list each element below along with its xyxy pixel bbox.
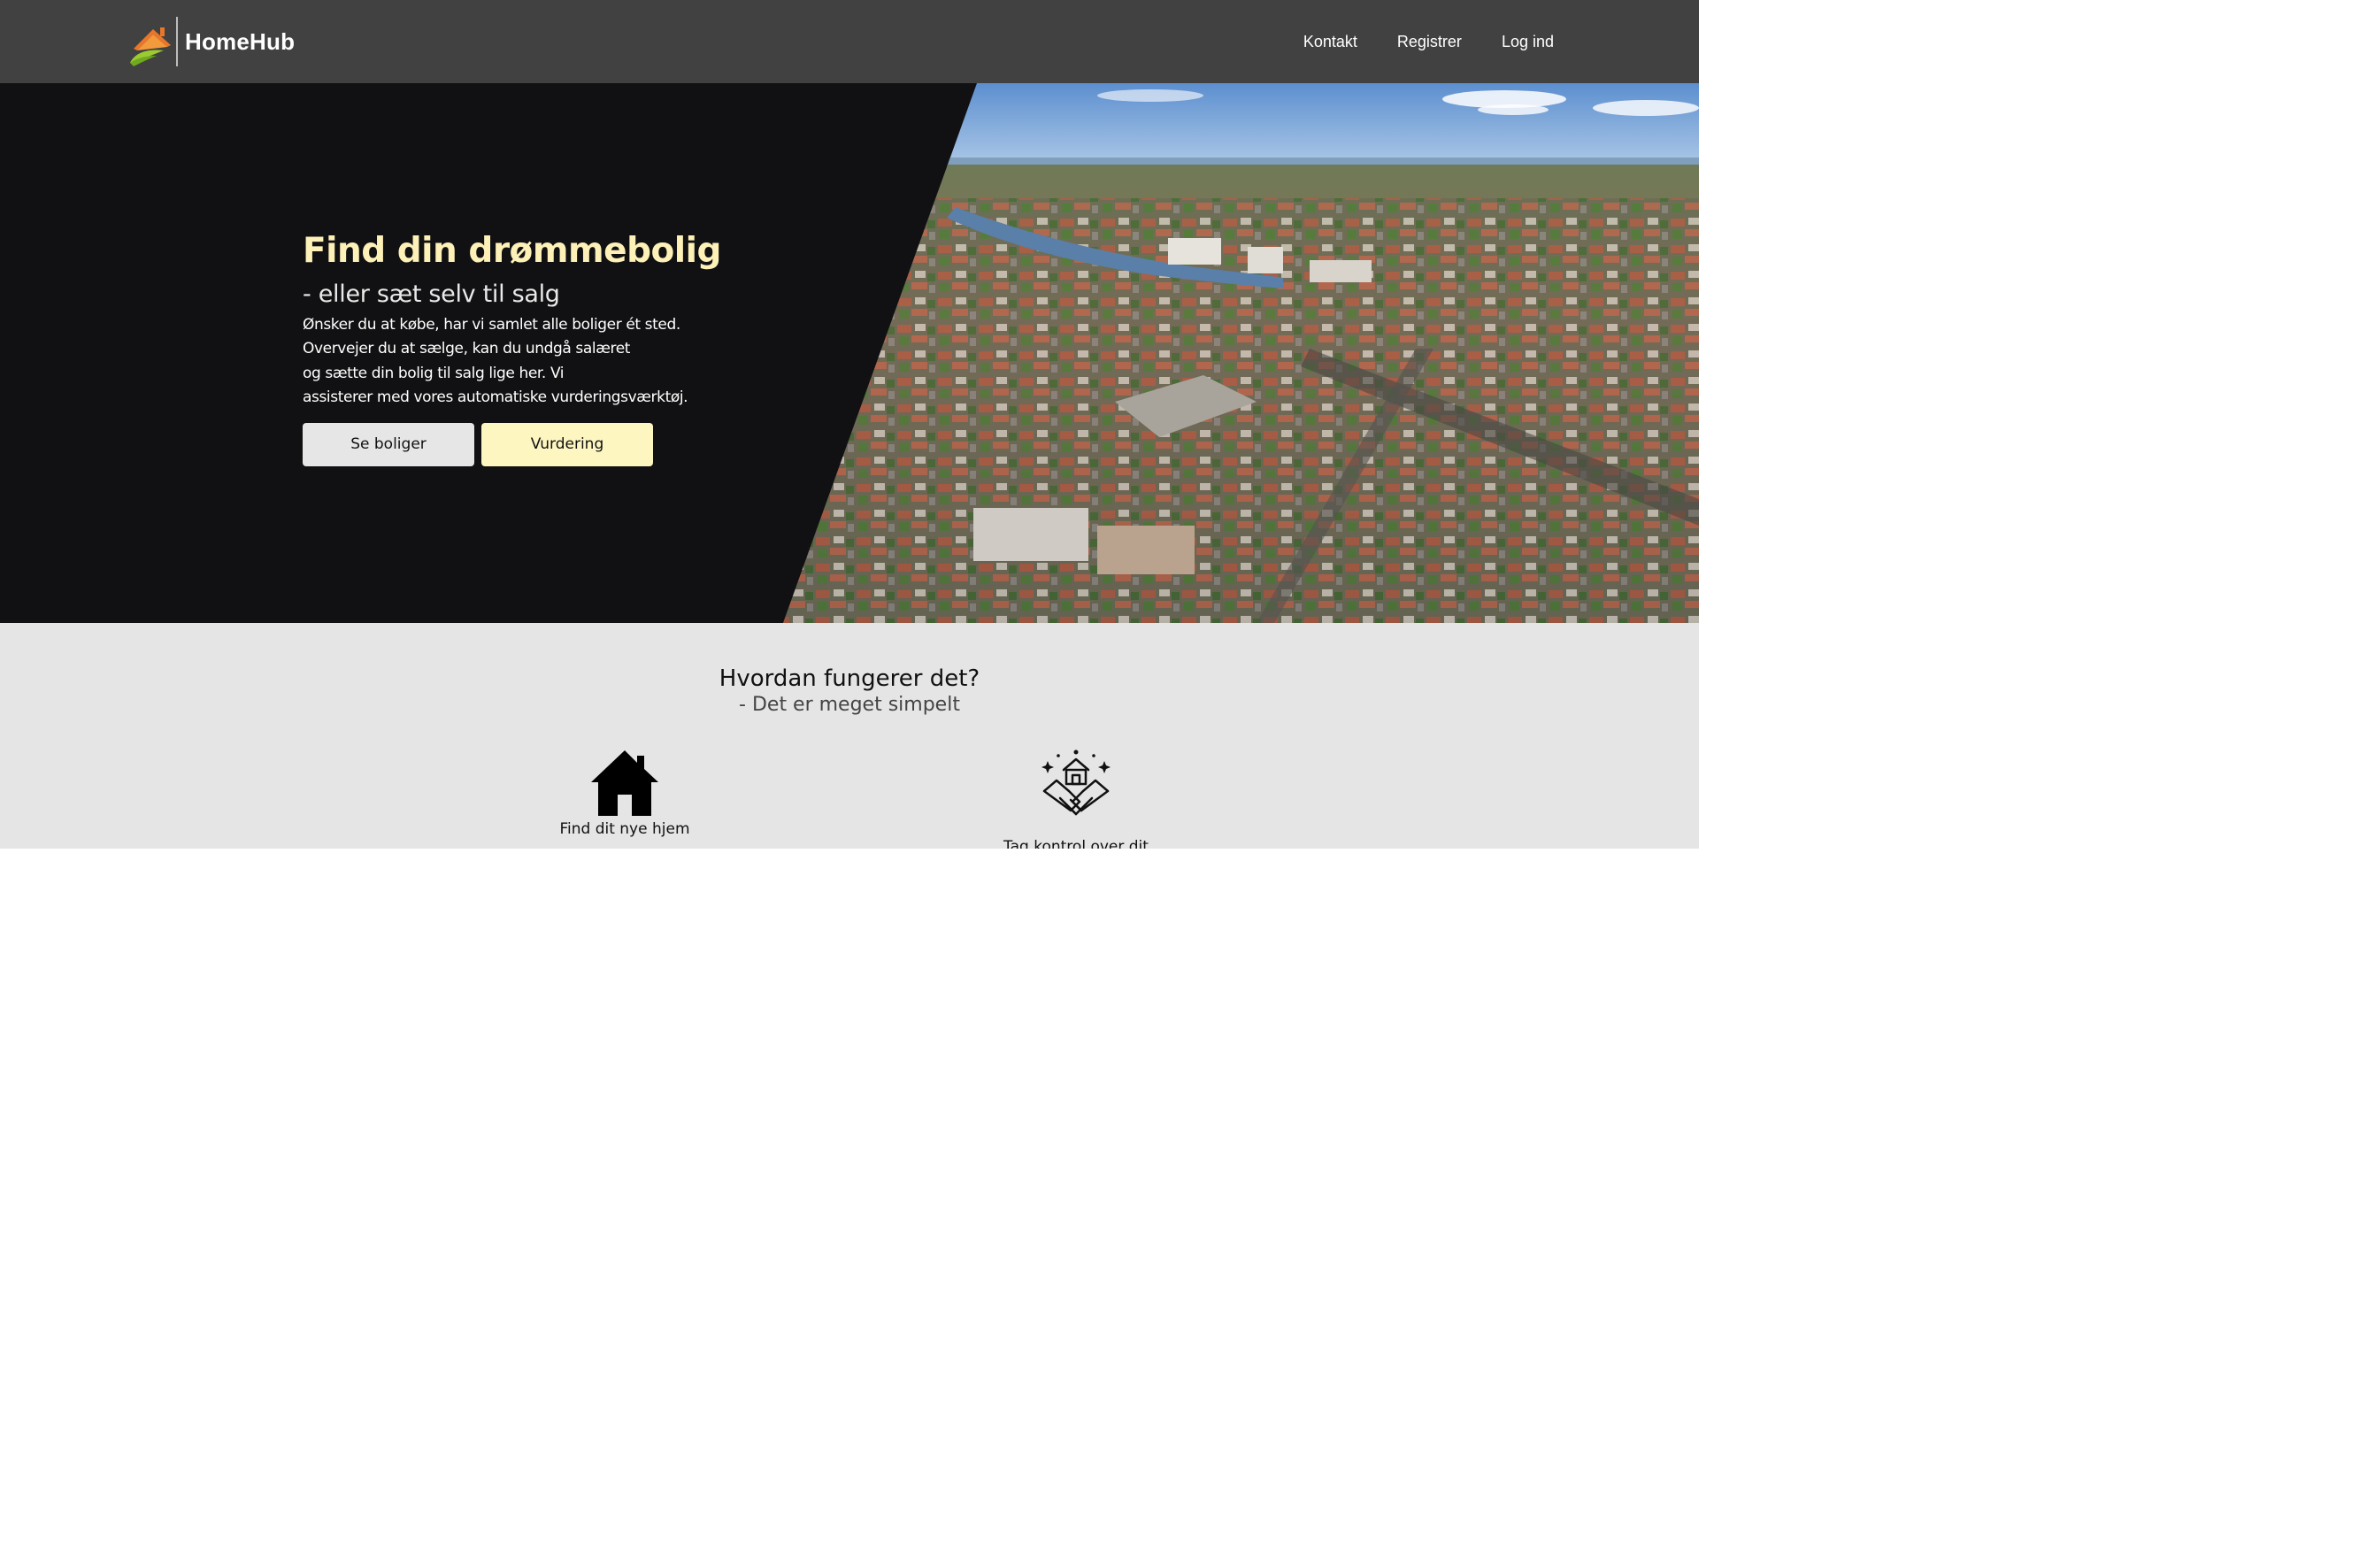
step-label: Tag kontrol over dit: [1003, 838, 1149, 849]
how-it-works-section: Hvordan fungerer det? - Det er meget sim…: [0, 623, 1699, 849]
nav-links: Kontakt Registrer Log ind: [1303, 0, 1554, 83]
brand-name: HomeHub: [185, 27, 296, 55]
hero-description-line: og sætte din bolig til salg lige her. Vi: [303, 364, 565, 382]
section-subtitle: - Det er meget simpelt: [739, 694, 960, 716]
step-label: Find dit nye hjem: [559, 820, 690, 838]
section-title: Hvordan fungerer det?: [719, 665, 980, 692]
browser-viewport: HomeHub Kontakt Registrer Log ind Find d…: [0, 0, 1699, 849]
hero-subtitle: - eller sæt selv til salg: [303, 280, 560, 308]
nav-link-log-ind[interactable]: Log ind: [1502, 33, 1554, 51]
logo-divider: [176, 17, 178, 66]
se-boliger-button[interactable]: Se boliger: [303, 422, 474, 466]
step-take-control: Tag kontrol over dit: [970, 749, 1182, 849]
hero-description-line: Overvejer du at sælge, kan du undgå salæ…: [303, 340, 631, 358]
hero-description-line: Ønsker du at købe, har vi samlet alle bo…: [303, 315, 680, 334]
navbar: HomeHub Kontakt Registrer Log ind: [0, 0, 1699, 83]
city-aerial-photo: [783, 83, 1699, 623]
nav-link-kontakt[interactable]: Kontakt: [1303, 33, 1357, 51]
house-icon: [591, 750, 658, 816]
hero-title: Find din drømmebolig: [303, 231, 721, 271]
hero-section: Find din drømmebolig - eller sæt selv ti…: [0, 83, 1699, 623]
hero-buttons: Se boliger Vurdering: [303, 422, 763, 466]
hero-text: Find din drømmebolig - eller sæt selv ti…: [303, 231, 763, 466]
house-logo-icon: [130, 27, 171, 66]
vurdering-button[interactable]: Vurdering: [481, 422, 653, 466]
logo[interactable]: HomeHub: [128, 16, 295, 67]
nav-link-registrer[interactable]: Registrer: [1397, 33, 1462, 51]
step-find-home: Find dit nye hjem: [519, 749, 731, 839]
handshake-house-icon: [1041, 749, 1111, 816]
hero-description-line: assisterer med vores automatiske vurderi…: [303, 388, 688, 407]
